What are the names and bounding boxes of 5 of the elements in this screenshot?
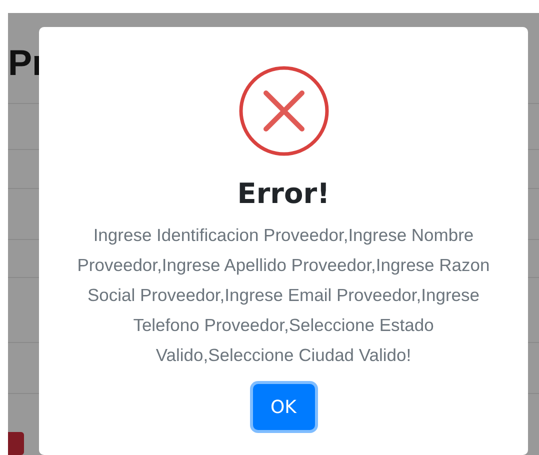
ok-button[interactable]: OK — [252, 384, 314, 430]
dialog-title: Error! — [237, 177, 330, 210]
dialog-message: Ingrese Identificacion Proveedor,Ingrese Nombre Proveedor,Ingrese Apellido Proveedor,Ingrese Razon Social Proveedor,Ingrese Email Proveedor,Ingrese Telefono Proveedor,Seleccione Estado Valido,Seleccione Ciudad Valido! — [76, 224, 491, 367]
error-icon — [238, 65, 330, 157]
delete-button[interactable] — [8, 432, 24, 455]
